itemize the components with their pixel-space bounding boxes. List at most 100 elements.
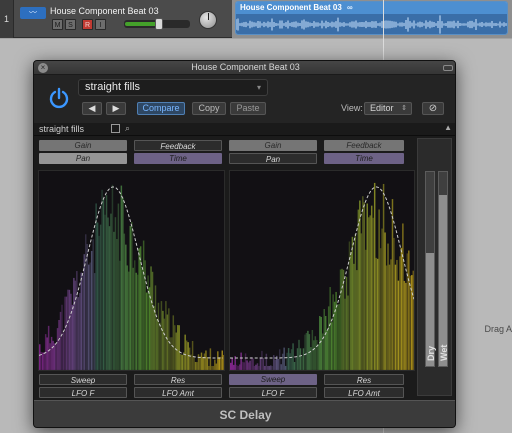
spectrum-bar [171, 337, 173, 370]
left-res-param[interactable]: Res [134, 374, 222, 385]
search-icon[interactable]: ⌕ [125, 123, 130, 134]
left-lfo-amt-param[interactable]: LFO Amt [134, 387, 222, 398]
dry-slider[interactable] [425, 171, 435, 367]
spectrum-bar [372, 217, 374, 370]
input-monitor-button[interactable]: I [95, 19, 106, 30]
spectrum-bar [116, 239, 118, 370]
spectrum-bar [160, 301, 163, 370]
collapse-icon[interactable]: ▲ [444, 123, 452, 132]
view-select[interactable]: Editor ⇕ [364, 102, 412, 115]
right-sweep-param[interactable]: Sweep [229, 374, 317, 385]
spectrum-bar [117, 203, 120, 370]
spectrum-bar [362, 196, 364, 370]
spectrum-bar [350, 251, 352, 370]
spectrum-bar [111, 184, 114, 370]
spectrum-bar [235, 364, 238, 370]
left-feedback-param[interactable]: Feedback [134, 140, 222, 151]
spectrum-bar [64, 296, 66, 370]
right-delay-visualizer[interactable] [229, 170, 415, 371]
spectrum-bar [348, 241, 351, 370]
mute-button[interactable]: M [52, 19, 63, 30]
spectrum-bar [250, 357, 253, 370]
spectrum-bar [172, 315, 175, 370]
right-feedback-param[interactable]: Feedback [324, 140, 404, 151]
power-icon[interactable] [48, 87, 70, 109]
compare-button[interactable]: Compare [137, 102, 185, 115]
left-delay-visualizer[interactable] [38, 170, 225, 371]
pan-knob[interactable] [199, 11, 217, 29]
spectrum-bar [394, 264, 397, 370]
spectrum-bar [74, 280, 77, 370]
right-time-param[interactable]: Time [324, 153, 404, 164]
region-title: House Component Beat 03 ∞ [236, 2, 507, 14]
spectrum-bar [114, 217, 117, 370]
spectrum-bar [214, 359, 216, 370]
spectrum-bar [259, 357, 262, 370]
spectrum-bar [385, 265, 388, 370]
resize-icon[interactable] [443, 65, 453, 71]
left-time-param[interactable]: Time [134, 153, 222, 164]
right-lfo-amt-param[interactable]: LFO Amt [324, 387, 404, 398]
right-lfo-f-param[interactable]: LFO F [229, 387, 317, 398]
spectrum-bar [39, 344, 41, 370]
spectrum-bar [202, 356, 204, 370]
spectrum-bar [384, 232, 386, 370]
plugin-window-title: House Component Beat 03 [191, 62, 300, 72]
copy-button[interactable]: Copy [192, 102, 226, 115]
spectrum-bar [243, 362, 245, 370]
spectrum-bar [215, 363, 218, 370]
spectrum-bar [277, 358, 279, 370]
left-gain-param[interactable]: Gain [39, 140, 127, 151]
audio-region[interactable]: House Component Beat 03 ∞ [235, 1, 508, 35]
track-header[interactable]: 1 〰 House Component Beat 03 M S R I [0, 0, 232, 38]
spectrum-bar [50, 336, 53, 370]
spectrum-bar [370, 205, 373, 370]
window-icon[interactable] [111, 124, 120, 133]
spectrum-bar [387, 243, 389, 370]
previous-preset-button[interactable]: ◀ [82, 102, 102, 115]
spectrum-bar [102, 198, 105, 370]
spectrum-bar [246, 360, 248, 370]
right-pan-param[interactable]: Pan [229, 153, 317, 164]
spectrum-bar [264, 365, 266, 370]
spectrum-bar [99, 224, 102, 370]
spectrum-bar [105, 195, 108, 370]
left-sweep-param[interactable]: Sweep [39, 374, 127, 385]
link-icon[interactable]: ⊘ [422, 102, 444, 115]
timeline-area[interactable]: House Component Beat 03 ∞ [232, 0, 512, 38]
spectrum-bar [223, 354, 224, 370]
preset-menu[interactable]: straight fills ▾ [78, 79, 268, 96]
left-lfo-f-param[interactable]: LFO F [39, 387, 127, 398]
right-gain-param[interactable]: Gain [229, 140, 317, 151]
spectrum-bar [274, 359, 276, 370]
left-pan-param[interactable]: Pan [39, 153, 127, 164]
spectrum-bar [323, 309, 325, 370]
spectrum-bar [89, 262, 91, 370]
chevron-down-icon: ▾ [256, 83, 261, 92]
spectrum-bar [317, 344, 320, 370]
volume-fader[interactable] [124, 18, 190, 30]
plugin-window[interactable]: × House Component Beat 03 straight fills… [33, 60, 456, 428]
spectrum-bar [314, 336, 317, 370]
spectrum-bar [376, 258, 379, 370]
spectrum-bar [365, 249, 367, 370]
dry-label: Dry [426, 345, 436, 361]
spectrum-bar [52, 340, 54, 370]
paste-button[interactable]: Paste [230, 102, 266, 115]
solo-button[interactable]: S [65, 19, 76, 30]
spectrum-bar [148, 287, 151, 370]
volume-fader-thumb[interactable] [155, 18, 164, 30]
spectrum-bar [83, 254, 86, 370]
spectrum-bar [108, 226, 111, 370]
record-enable-button[interactable]: R [82, 19, 93, 30]
right-res-param[interactable]: Res [324, 374, 404, 385]
plugin-titlebar[interactable]: × House Component Beat 03 [34, 61, 455, 75]
track-name[interactable]: House Component Beat 03 [50, 6, 159, 16]
spectrum-bar [179, 354, 182, 370]
next-preset-button[interactable]: ▶ [106, 102, 126, 115]
spectrum-bar [357, 209, 360, 370]
wet-slider[interactable] [438, 171, 448, 367]
preset-name: straight fills [85, 81, 141, 93]
spectrum-bar [90, 250, 93, 370]
drag-hint-text: Drag A [484, 324, 512, 334]
